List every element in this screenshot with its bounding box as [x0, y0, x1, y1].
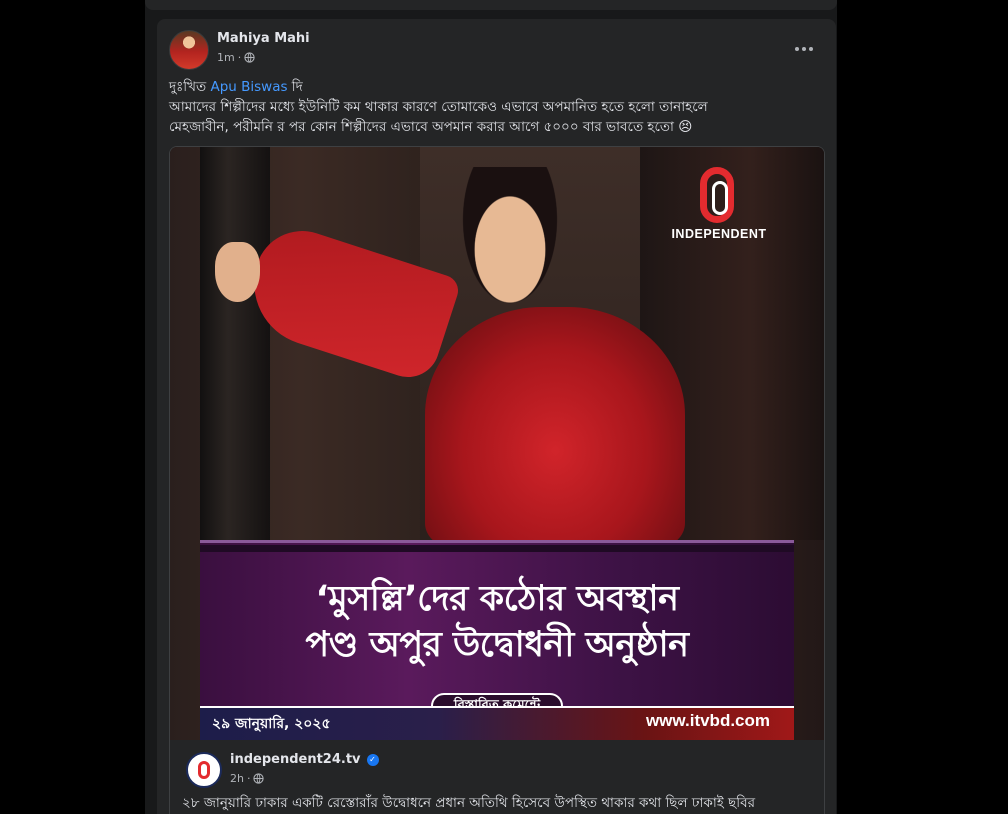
banner-website: www.itvbd.com: [645, 711, 770, 730]
author-name[interactable]: Mahiya Mahi: [217, 31, 310, 46]
post-time[interactable]: 1m: [217, 51, 235, 64]
author-avatar[interactable]: [169, 30, 209, 70]
more-options-icon[interactable]: [792, 37, 816, 61]
post-header: Mahiya Mahi 1m ·: [157, 19, 836, 79]
shared-post-source: independent24.tv ✓ 2h · ২৮ জানুয়ারি ঢাক…: [170, 740, 824, 814]
text-prefix: দুঃখিত: [169, 79, 207, 95]
photo-dress: [425, 307, 685, 547]
source-time[interactable]: 2h: [230, 772, 244, 785]
banner-divider: [200, 706, 794, 708]
photo-hand: [215, 242, 260, 302]
source-avatar[interactable]: [186, 752, 222, 788]
source-meta: 2h ·: [230, 772, 265, 785]
photo-door: [200, 147, 270, 540]
shared-post[interactable]: INDEPENDENT ‘মুসল্লি’দের কঠোর অবস্থান পণ…: [169, 146, 825, 814]
post-meta: 1m ·: [217, 51, 255, 64]
logo-mark-icon: [700, 167, 734, 223]
post-text-line-2: আমাদের শিল্পীদের মধ্যে ইউনিটি কম থাকার ক…: [169, 99, 708, 115]
globe-icon[interactable]: [244, 52, 255, 63]
news-banner: ‘মুসল্লি’দের কঠোর অবস্থান পণ্ড অপুর উদ্ব…: [200, 540, 794, 740]
post-text-line-1: দুঃখিত Apu Biswas দি: [169, 77, 819, 97]
logo-text: INDEPENDENT: [671, 227, 767, 241]
headline-line-2: পণ্ড অপুর উদ্বোধনী অনুষ্ঠান: [305, 625, 689, 665]
photo-face: [455, 167, 565, 317]
post-text: দুঃখিত Apu Biswas দি আমাদের শিল্পীদের মধ…: [169, 77, 819, 137]
banner-footer: ২৯ জানুয়ারি, ২০২৫ www.itvbd.com: [200, 706, 794, 740]
source-name-row: independent24.tv ✓: [230, 752, 379, 767]
source-text: ২৮ জানুয়ারি ঢাকার একটি রেস্তোরাঁর উদ্বো…: [182, 795, 756, 811]
verified-badge-icon: ✓: [366, 753, 379, 766]
text-suffix: দি: [291, 79, 303, 95]
mention-link[interactable]: Apu Biswas: [210, 79, 287, 95]
independent-logo: INDEPENDENT: [664, 167, 774, 247]
post-text-line-3: মেহজাবীন, পরীমনি র পর কোন শিল্পীদের এভাব…: [169, 119, 693, 135]
shared-post-image[interactable]: INDEPENDENT ‘মুসল্লি’দের কঠোর অবস্থান পণ…: [170, 147, 824, 740]
source-name[interactable]: independent24.tv: [230, 752, 361, 767]
globe-icon: [253, 773, 265, 784]
meta-dot: ·: [237, 51, 242, 64]
previous-post-edge: [145, 0, 837, 10]
banner-date: ২৯ জানুয়ারি, ২০২৫: [212, 716, 331, 732]
source-meta-dot: ·: [246, 772, 251, 785]
feed-post: Mahiya Mahi 1m · দুঃখিত Apu Biswas দি আম…: [157, 19, 836, 814]
source-logo-icon: [198, 761, 210, 779]
